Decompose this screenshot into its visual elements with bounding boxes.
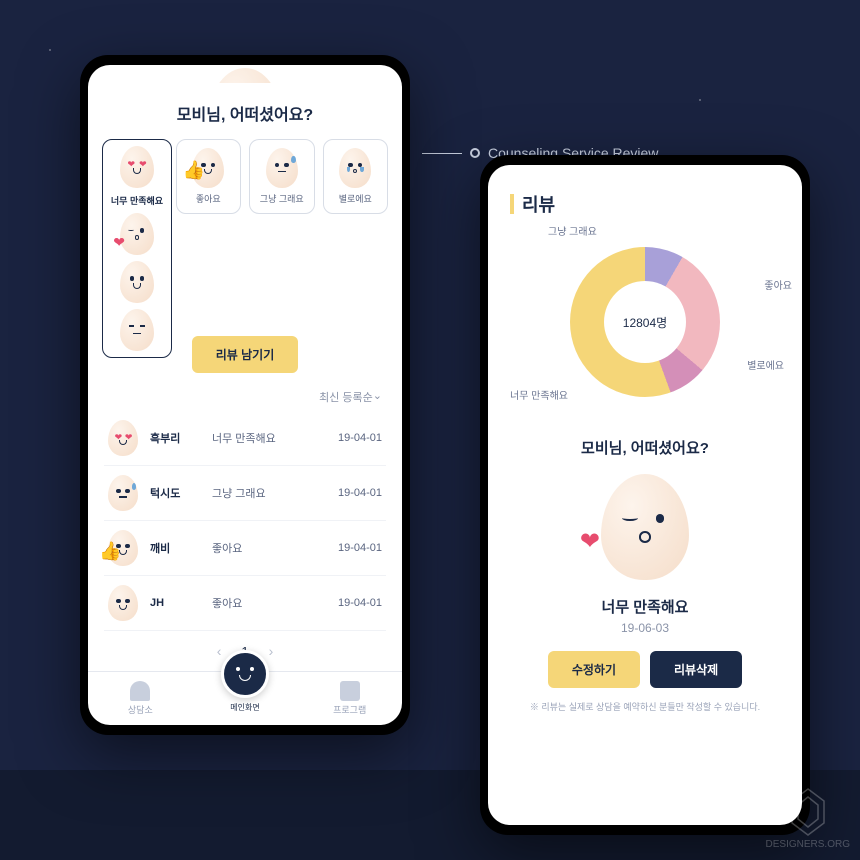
delete-button[interactable]: 리뷰삭제: [650, 651, 742, 688]
list-item[interactable]: JH 좋아요 19-04-01: [104, 576, 386, 631]
cry-icon: [339, 148, 371, 188]
sweat-icon: [108, 475, 138, 511]
logo-icon: [788, 787, 828, 837]
peek-avatar: [88, 65, 402, 83]
mood-option-soso[interactable]: 그냥 그래요: [249, 139, 315, 214]
squint-icon[interactable]: [120, 309, 154, 351]
heart-eyes-icon: ❤❤: [120, 146, 154, 188]
review-donut-chart: 12804명 그냥 그래요 좋아요 별로에요 너무 만족해요: [488, 227, 802, 407]
smile-icon: [108, 585, 138, 621]
mood-dropdown-open[interactable]: ❤❤ 너무 만족해요 ❤: [102, 139, 172, 358]
page-title: 모비님, 어떠셨어요?: [88, 83, 402, 139]
list-item[interactable]: ❤❤ 흑부리 너무 만족해요 19-04-01: [104, 411, 386, 466]
mood-selector: ❤❤ 너무 만족해요 ❤ . 👍 좋아요 그냥 그래요 별로에요: [88, 139, 402, 214]
edit-button[interactable]: 수정하기: [548, 651, 640, 688]
my-review-date: 19-06-03: [488, 621, 802, 651]
kiss-icon[interactable]: ❤: [120, 213, 154, 255]
mood-option-bad[interactable]: 별로에요: [323, 139, 389, 214]
phone-mockup-left: 모비님, 어떠셨어요? ❤❤ 너무 만족해요 ❤ . 👍 좋아요 그냥 그래요: [80, 55, 410, 735]
section-header: 리뷰: [488, 165, 802, 227]
screen-right: 리뷰 12804명 그냥 그래요 좋아요 별로에요 너무 만족해요 모비님, 어…: [488, 165, 802, 825]
watermark: DESIGNERS.ORG: [766, 787, 850, 850]
tab-counseling[interactable]: 상담소: [88, 672, 193, 725]
next-page-button[interactable]: ›: [269, 643, 274, 659]
donut-label-verygood: 너무 만족해요: [510, 387, 568, 402]
heart-eyes-icon: ❤❤: [108, 420, 138, 456]
list-item[interactable]: 턱시도 그냥 그래요 19-04-01: [104, 466, 386, 521]
my-review-title: 모비님, 어떠셨어요?: [488, 407, 802, 474]
thumbs-up-icon: 👍: [192, 148, 224, 188]
write-review-button[interactable]: 리뷰 남기기: [192, 336, 299, 373]
person-icon: [130, 681, 150, 701]
phone-mockup-right: 리뷰 12804명 그냥 그래요 좋아요 별로에요 너무 만족해요 모비님, 어…: [480, 155, 810, 835]
list-item[interactable]: 👍 깨비 좋아요 19-04-01: [104, 521, 386, 576]
mood-option-good[interactable]: 👍 좋아요: [176, 139, 242, 214]
bottom-tab-bar: 상담소 프로그램 메인화면: [88, 671, 402, 725]
document-icon: [340, 681, 360, 701]
my-review-avatar: ❤: [488, 474, 802, 580]
sort-dropdown[interactable]: 최신 등록순: [88, 383, 402, 411]
home-face-icon: [221, 650, 269, 698]
my-rating-label: 너무 만족해요: [488, 580, 802, 621]
donut-chart: 12804명: [570, 247, 720, 397]
smile-icon[interactable]: [120, 261, 154, 303]
tab-main[interactable]: 메인화면: [221, 650, 269, 713]
donut-label-bad: 별로에요: [747, 357, 784, 372]
disclaimer-text: ※ 리뷰는 실제로 상담을 예약하신 분들만 작성할 수 있습니다.: [488, 700, 802, 727]
screen-left: 모비님, 어떠셨어요? ❤❤ 너무 만족해요 ❤ . 👍 좋아요 그냥 그래요: [88, 65, 402, 725]
sweat-icon: [266, 148, 298, 188]
kiss-wink-icon: ❤: [601, 474, 689, 580]
accent-bar-icon: [510, 194, 514, 214]
thumbs-up-icon: 👍: [108, 530, 138, 566]
donut-label-soso: 그냥 그래요: [548, 223, 597, 238]
review-list: ❤❤ 흑부리 너무 만족해요 19-04-01 턱시도 그냥 그래요 19-04…: [88, 411, 402, 631]
donut-label-good: 좋아요: [764, 277, 792, 292]
tab-program[interactable]: 프로그램: [297, 672, 402, 725]
action-buttons: 수정하기 리뷰삭제: [488, 651, 802, 700]
donut-center-label: 12804명: [604, 281, 686, 363]
